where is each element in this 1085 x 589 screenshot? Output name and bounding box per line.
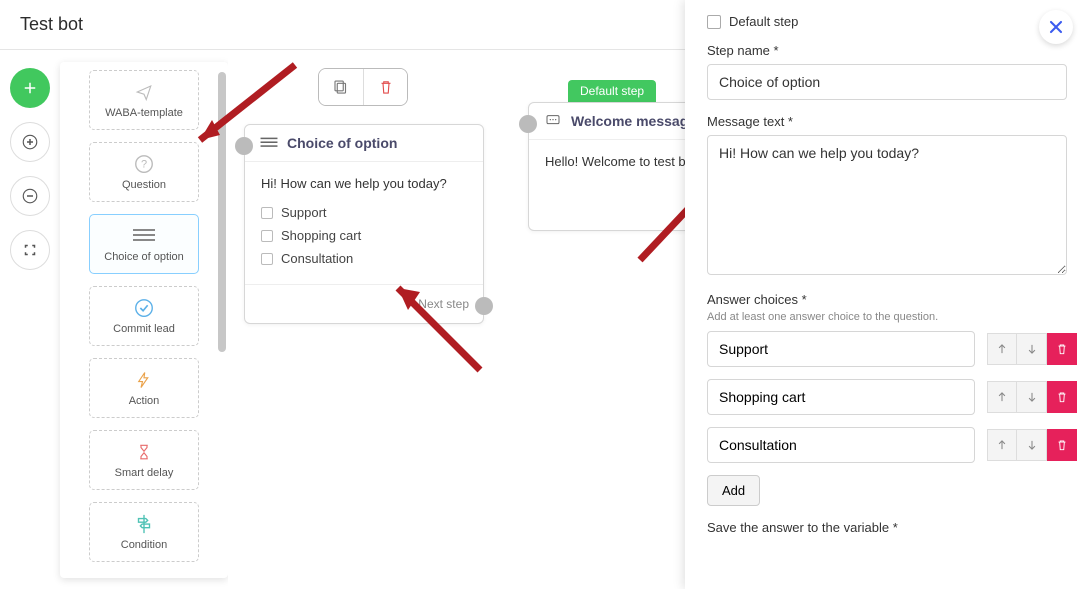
zoom-in-button[interactable] xyxy=(10,122,50,162)
trash-icon xyxy=(377,78,395,96)
move-up-button[interactable] xyxy=(987,381,1017,413)
svg-text:?: ? xyxy=(141,159,147,171)
checkbox-icon xyxy=(261,230,273,242)
checkbox-icon xyxy=(261,253,273,265)
duplicate-button[interactable] xyxy=(319,69,363,105)
node-title: Welcome message xyxy=(571,113,696,129)
move-down-button[interactable] xyxy=(1017,333,1047,365)
fit-screen-button[interactable] xyxy=(10,230,50,270)
signpost-icon xyxy=(133,513,155,535)
save-variable-label: Save the answer to the variable * xyxy=(707,520,1067,535)
node-input-port[interactable] xyxy=(235,137,253,155)
answer-choice-input[interactable] xyxy=(707,427,975,463)
node-option: Support xyxy=(261,201,467,224)
delete-button[interactable] xyxy=(363,69,407,105)
default-step-badge: Default step xyxy=(568,80,656,102)
checkbox-icon xyxy=(261,207,273,219)
chat-icon xyxy=(543,113,563,129)
left-actions xyxy=(0,50,60,589)
node-option: Consultation xyxy=(261,247,467,270)
palette-item-question[interactable]: ? Question xyxy=(89,142,199,202)
answer-choice-row xyxy=(707,427,1067,463)
step-settings-panel: Default step Step name * Message text * … xyxy=(685,0,1085,589)
bot-title: Test bot xyxy=(20,14,83,35)
plus-icon xyxy=(21,79,39,97)
copy-icon xyxy=(332,78,350,96)
message-text-textarea[interactable] xyxy=(707,135,1067,275)
arrow-down-icon xyxy=(1025,438,1039,452)
message-text-label: Message text * xyxy=(707,114,1067,129)
node-next-step: Next step xyxy=(418,297,469,311)
delete-choice-button[interactable] xyxy=(1047,333,1077,365)
answer-choices-hint: Add at least one answer choice to the qu… xyxy=(707,311,1067,323)
hourglass-icon xyxy=(135,441,153,463)
step-name-input[interactable] xyxy=(707,64,1067,100)
check-circle-icon xyxy=(133,297,155,319)
arrow-down-icon xyxy=(1025,390,1039,404)
fullscreen-icon xyxy=(21,241,39,259)
bolt-icon xyxy=(135,369,153,391)
close-icon xyxy=(1046,17,1066,37)
trash-icon xyxy=(1055,342,1069,356)
node-message: Hi! How can we help you today? xyxy=(261,176,467,191)
delete-choice-button[interactable] xyxy=(1047,381,1077,413)
palette-item-action[interactable]: Action xyxy=(89,358,199,418)
arrow-down-icon xyxy=(1025,342,1039,356)
move-up-button[interactable] xyxy=(987,429,1017,461)
add-step-button[interactable] xyxy=(10,68,50,108)
list-icon xyxy=(131,225,157,247)
step-name-label: Step name * xyxy=(707,43,1067,58)
answer-choice-input[interactable] xyxy=(707,331,975,367)
node-input-port[interactable] xyxy=(519,115,537,133)
node-title: Choice of option xyxy=(287,135,397,151)
palette-item-smart-delay[interactable]: Smart delay xyxy=(89,430,199,490)
move-up-button[interactable] xyxy=(987,333,1017,365)
node-option: Shopping cart xyxy=(261,224,467,247)
minus-outline-icon xyxy=(21,187,39,205)
close-panel-button[interactable] xyxy=(1039,10,1073,44)
question-icon: ? xyxy=(133,153,155,175)
list-icon xyxy=(259,136,279,150)
node-output-port[interactable] xyxy=(475,297,493,315)
move-down-button[interactable] xyxy=(1017,429,1047,461)
arrow-up-icon xyxy=(995,390,1009,404)
node-palette: WABA-template ? Question Choice of optio… xyxy=(60,62,228,578)
palette-item-condition[interactable]: Condition xyxy=(89,502,199,562)
arrow-up-icon xyxy=(995,438,1009,452)
trash-icon xyxy=(1055,390,1069,404)
default-step-checkbox[interactable] xyxy=(707,15,721,29)
palette-item-waba-template[interactable]: WABA-template xyxy=(89,70,199,130)
node-toolbar xyxy=(318,68,408,106)
zoom-out-button[interactable] xyxy=(10,176,50,216)
plus-outline-icon xyxy=(21,133,39,151)
answer-choice-row xyxy=(707,379,1067,415)
answer-choice-input[interactable] xyxy=(707,379,975,415)
trash-icon xyxy=(1055,438,1069,452)
palette-item-commit-lead[interactable]: Commit lead xyxy=(89,286,199,346)
move-down-button[interactable] xyxy=(1017,381,1047,413)
palette-item-choice-of-option[interactable]: Choice of option xyxy=(89,214,199,274)
add-choice-button[interactable]: Add xyxy=(707,475,760,506)
paper-plane-icon xyxy=(132,81,156,103)
palette-scrollbar[interactable] xyxy=(218,72,226,352)
arrow-up-icon xyxy=(995,342,1009,356)
answer-choices-label: Answer choices * xyxy=(707,292,1067,307)
choice-node[interactable]: Choice of option Hi! How can we help you… xyxy=(244,124,484,324)
delete-choice-button[interactable] xyxy=(1047,429,1077,461)
answer-choice-row xyxy=(707,331,1067,367)
default-step-label: Default step xyxy=(729,14,798,29)
